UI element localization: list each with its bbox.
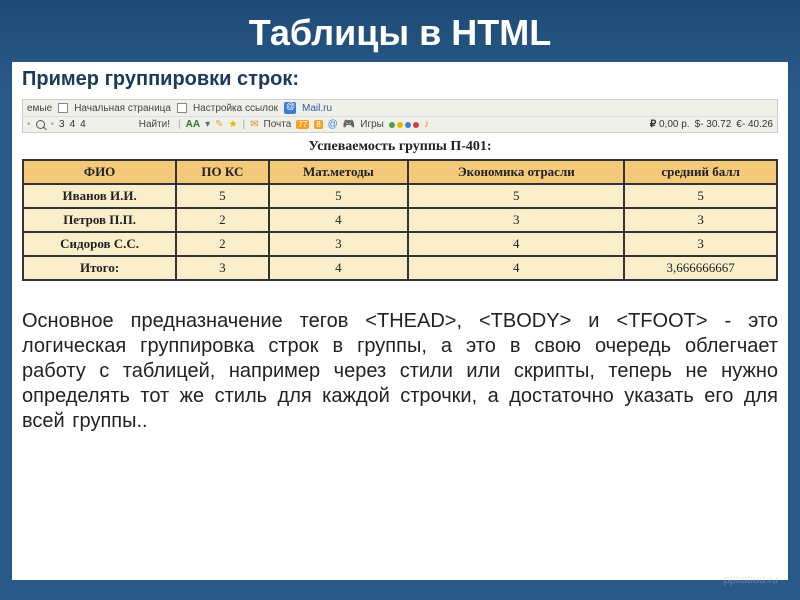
table-row-total: Итого: 3 4 4 3,666666667: [23, 256, 777, 280]
col-ekonomika: Экономика отрасли: [408, 160, 624, 184]
toolbar-row-tools: • • 3 4 4 Найти! | AА ▾ ✎ ★ | ✉ Почта 77…: [23, 117, 777, 132]
separator: |: [243, 119, 246, 130]
cell-value: 3: [624, 232, 777, 256]
col-fio: ФИО: [23, 160, 176, 184]
dot-green-icon: [389, 122, 395, 128]
separator: •: [27, 119, 31, 130]
table-row: Сидоров С.С. 2 3 4 3: [23, 232, 777, 256]
grades-table: ФИО ПО КС Мат.методы Экономика отрасли с…: [22, 159, 778, 281]
content-box: Пример группировки строк: емые Начальная…: [12, 62, 788, 580]
cell-value: 5: [176, 184, 268, 208]
cell-value: 4: [269, 208, 409, 232]
body-paragraph: Основное предназначение тегов <THEAD>, <…: [22, 309, 778, 434]
bookmark-homepage[interactable]: Начальная страница: [74, 103, 171, 114]
subtitle: Пример группировки строк:: [22, 68, 778, 91]
star-icon[interactable]: ★: [229, 119, 238, 130]
cell-value: 3: [176, 256, 268, 280]
mailru-icon: [284, 102, 296, 114]
cell-value: 4: [408, 256, 624, 280]
color-dots: [389, 122, 419, 128]
checkbox-icon[interactable]: [177, 103, 187, 113]
toolbar-row-bookmarks: емые Начальная страница Настройка ссылок…: [23, 100, 777, 117]
col-poks: ПО КС: [176, 160, 268, 184]
separator: •: [51, 119, 55, 130]
dot-blue-icon: [405, 122, 411, 128]
zoom-value: 4: [70, 119, 76, 130]
toolbar-text-fragment: емые: [27, 103, 52, 114]
mail-icon[interactable]: ✉: [250, 119, 258, 130]
mail-label[interactable]: Почта: [264, 119, 292, 130]
cell-value: 4: [269, 256, 409, 280]
separator: |: [178, 119, 181, 130]
bookmark-links-settings[interactable]: Настройка ссылок: [193, 103, 278, 114]
rate-usd: $- 30.72: [695, 119, 732, 130]
cell-value: 2: [176, 208, 268, 232]
zoom-value: 3: [59, 119, 65, 130]
search-icon[interactable]: [36, 120, 46, 130]
watermark: pptcloud.ru: [724, 574, 778, 586]
cell-value: 3: [269, 232, 409, 256]
balance-rub: ₽ 0,00 р.: [650, 119, 690, 130]
cell-value: 3: [624, 208, 777, 232]
text-size-icon[interactable]: AА: [186, 119, 200, 130]
col-matmetody: Мат.методы: [269, 160, 409, 184]
browser-toolbar: емые Начальная страница Настройка ссылок…: [22, 99, 778, 133]
cell-name: Иванов И.И.: [23, 184, 176, 208]
find-button[interactable]: Найти!: [136, 119, 173, 130]
table-row: Петров П.П. 2 4 3 3: [23, 208, 777, 232]
cell-total-label: Итого:: [23, 256, 176, 280]
music-icon[interactable]: ♪: [424, 119, 429, 130]
table-row: Иванов И.И. 5 5 5 5: [23, 184, 777, 208]
cell-name: Петров П.П.: [23, 208, 176, 232]
cell-value: 5: [624, 184, 777, 208]
games-label[interactable]: Игры: [360, 119, 384, 130]
table-header-row: ФИО ПО КС Мат.методы Экономика отрасли с…: [23, 160, 777, 184]
bookmark-mailru[interactable]: Mail.ru: [302, 103, 332, 114]
pencil-icon[interactable]: ✎: [215, 119, 223, 130]
slide-title: Таблицы в HTML: [0, 0, 800, 62]
at-icon[interactable]: @: [328, 119, 338, 130]
cell-value: 3: [408, 208, 624, 232]
game-icon[interactable]: 🎮: [343, 119, 355, 130]
slide-root: Таблицы в HTML Пример группировки строк:…: [0, 0, 800, 600]
dot-red-icon: [413, 122, 419, 128]
col-sredniy: средний балл: [624, 160, 777, 184]
zoom-value: 4: [80, 119, 86, 130]
cell-value: 5: [269, 184, 409, 208]
table-title: Успеваемость группы П-401:: [22, 139, 778, 155]
dot-yellow-icon: [397, 122, 403, 128]
rate-eur: €- 40.26: [736, 119, 773, 130]
ok-badge[interactable]: 8: [314, 120, 322, 129]
cell-value: 2: [176, 232, 268, 256]
checkbox-icon[interactable]: [58, 103, 68, 113]
cell-value: 5: [408, 184, 624, 208]
cell-value: 4: [408, 232, 624, 256]
cell-value: 3,666666667: [624, 256, 777, 280]
mail-count-badge: 77: [296, 120, 309, 129]
cell-name: Сидоров С.С.: [23, 232, 176, 256]
dropdown-icon[interactable]: ▾: [205, 119, 210, 130]
